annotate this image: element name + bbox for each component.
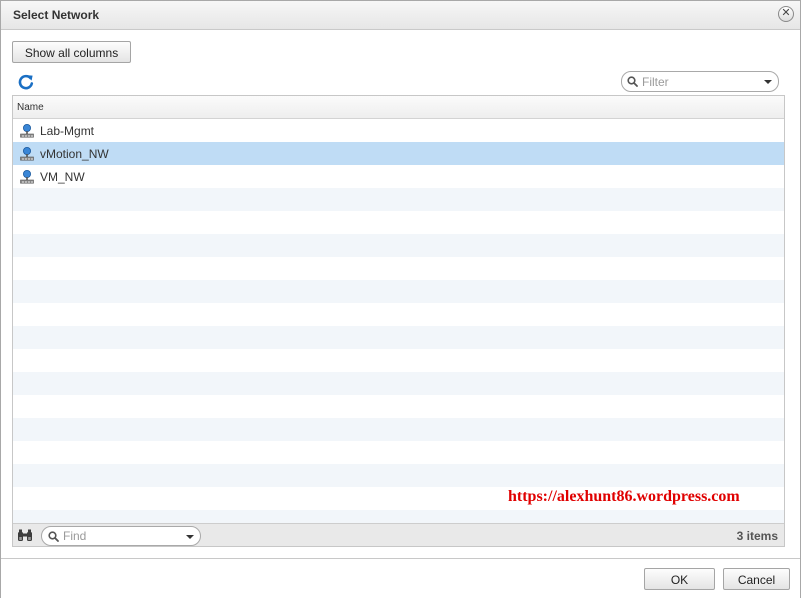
item-count: 3 items xyxy=(736,529,778,543)
watermark-text: https://alexhunt86.wordpress.com xyxy=(508,488,740,505)
filter-input[interactable] xyxy=(642,74,760,89)
network-name: VM_NW xyxy=(40,170,85,184)
empty-row xyxy=(13,234,784,257)
grid-footer: 3 items xyxy=(13,523,784,546)
dialog-titlebar: Select Network ✕ xyxy=(1,1,800,30)
empty-row xyxy=(13,326,784,349)
refresh-icon[interactable] xyxy=(17,73,35,91)
empty-row xyxy=(13,303,784,326)
empty-row xyxy=(13,418,784,441)
network-portgroup-icon xyxy=(19,146,35,165)
grid-header: Name xyxy=(13,96,784,119)
search-icon xyxy=(48,531,59,545)
empty-row xyxy=(13,372,784,395)
network-portgroup-icon xyxy=(19,169,35,188)
chevron-down-icon[interactable] xyxy=(764,80,772,84)
network-name: Lab-Mgmt xyxy=(40,124,95,138)
chevron-down-icon[interactable] xyxy=(186,535,194,539)
search-icon xyxy=(627,76,638,90)
table-row[interactable]: Lab-Mgmt xyxy=(13,119,784,142)
find-input[interactable] xyxy=(63,529,181,543)
network-grid: Name Lab-Mgmt vMotion_NW VM_NW Find 3 it… xyxy=(12,95,785,547)
grid-rows: Lab-Mgmt vMotion_NW VM_NW xyxy=(13,119,784,533)
ok-button[interactable]: OK xyxy=(644,568,715,590)
empty-row xyxy=(13,280,784,303)
network-portgroup-icon xyxy=(19,123,35,142)
table-row-selected[interactable]: vMotion_NW xyxy=(13,142,784,165)
select-network-dialog: Select Network ✕ Show all columns Name xyxy=(0,0,801,599)
close-icon[interactable]: ✕ xyxy=(778,6,794,22)
show-all-columns-button[interactable]: Show all columns xyxy=(12,41,131,63)
binoculars-icon[interactable] xyxy=(17,529,33,545)
empty-row xyxy=(13,395,784,418)
cancel-button[interactable]: Cancel xyxy=(723,568,790,590)
filter-box[interactable] xyxy=(621,71,779,92)
empty-row xyxy=(13,441,784,464)
table-row[interactable]: VM_NW xyxy=(13,165,784,188)
empty-row xyxy=(13,349,784,372)
empty-row xyxy=(13,464,784,487)
dialog-title: Select Network xyxy=(13,8,100,22)
find-box[interactable] xyxy=(41,526,201,546)
column-header-name[interactable]: Name xyxy=(17,102,44,113)
empty-row xyxy=(13,188,784,211)
empty-row xyxy=(13,257,784,280)
empty-row xyxy=(13,211,784,234)
network-name: vMotion_NW xyxy=(40,147,109,161)
